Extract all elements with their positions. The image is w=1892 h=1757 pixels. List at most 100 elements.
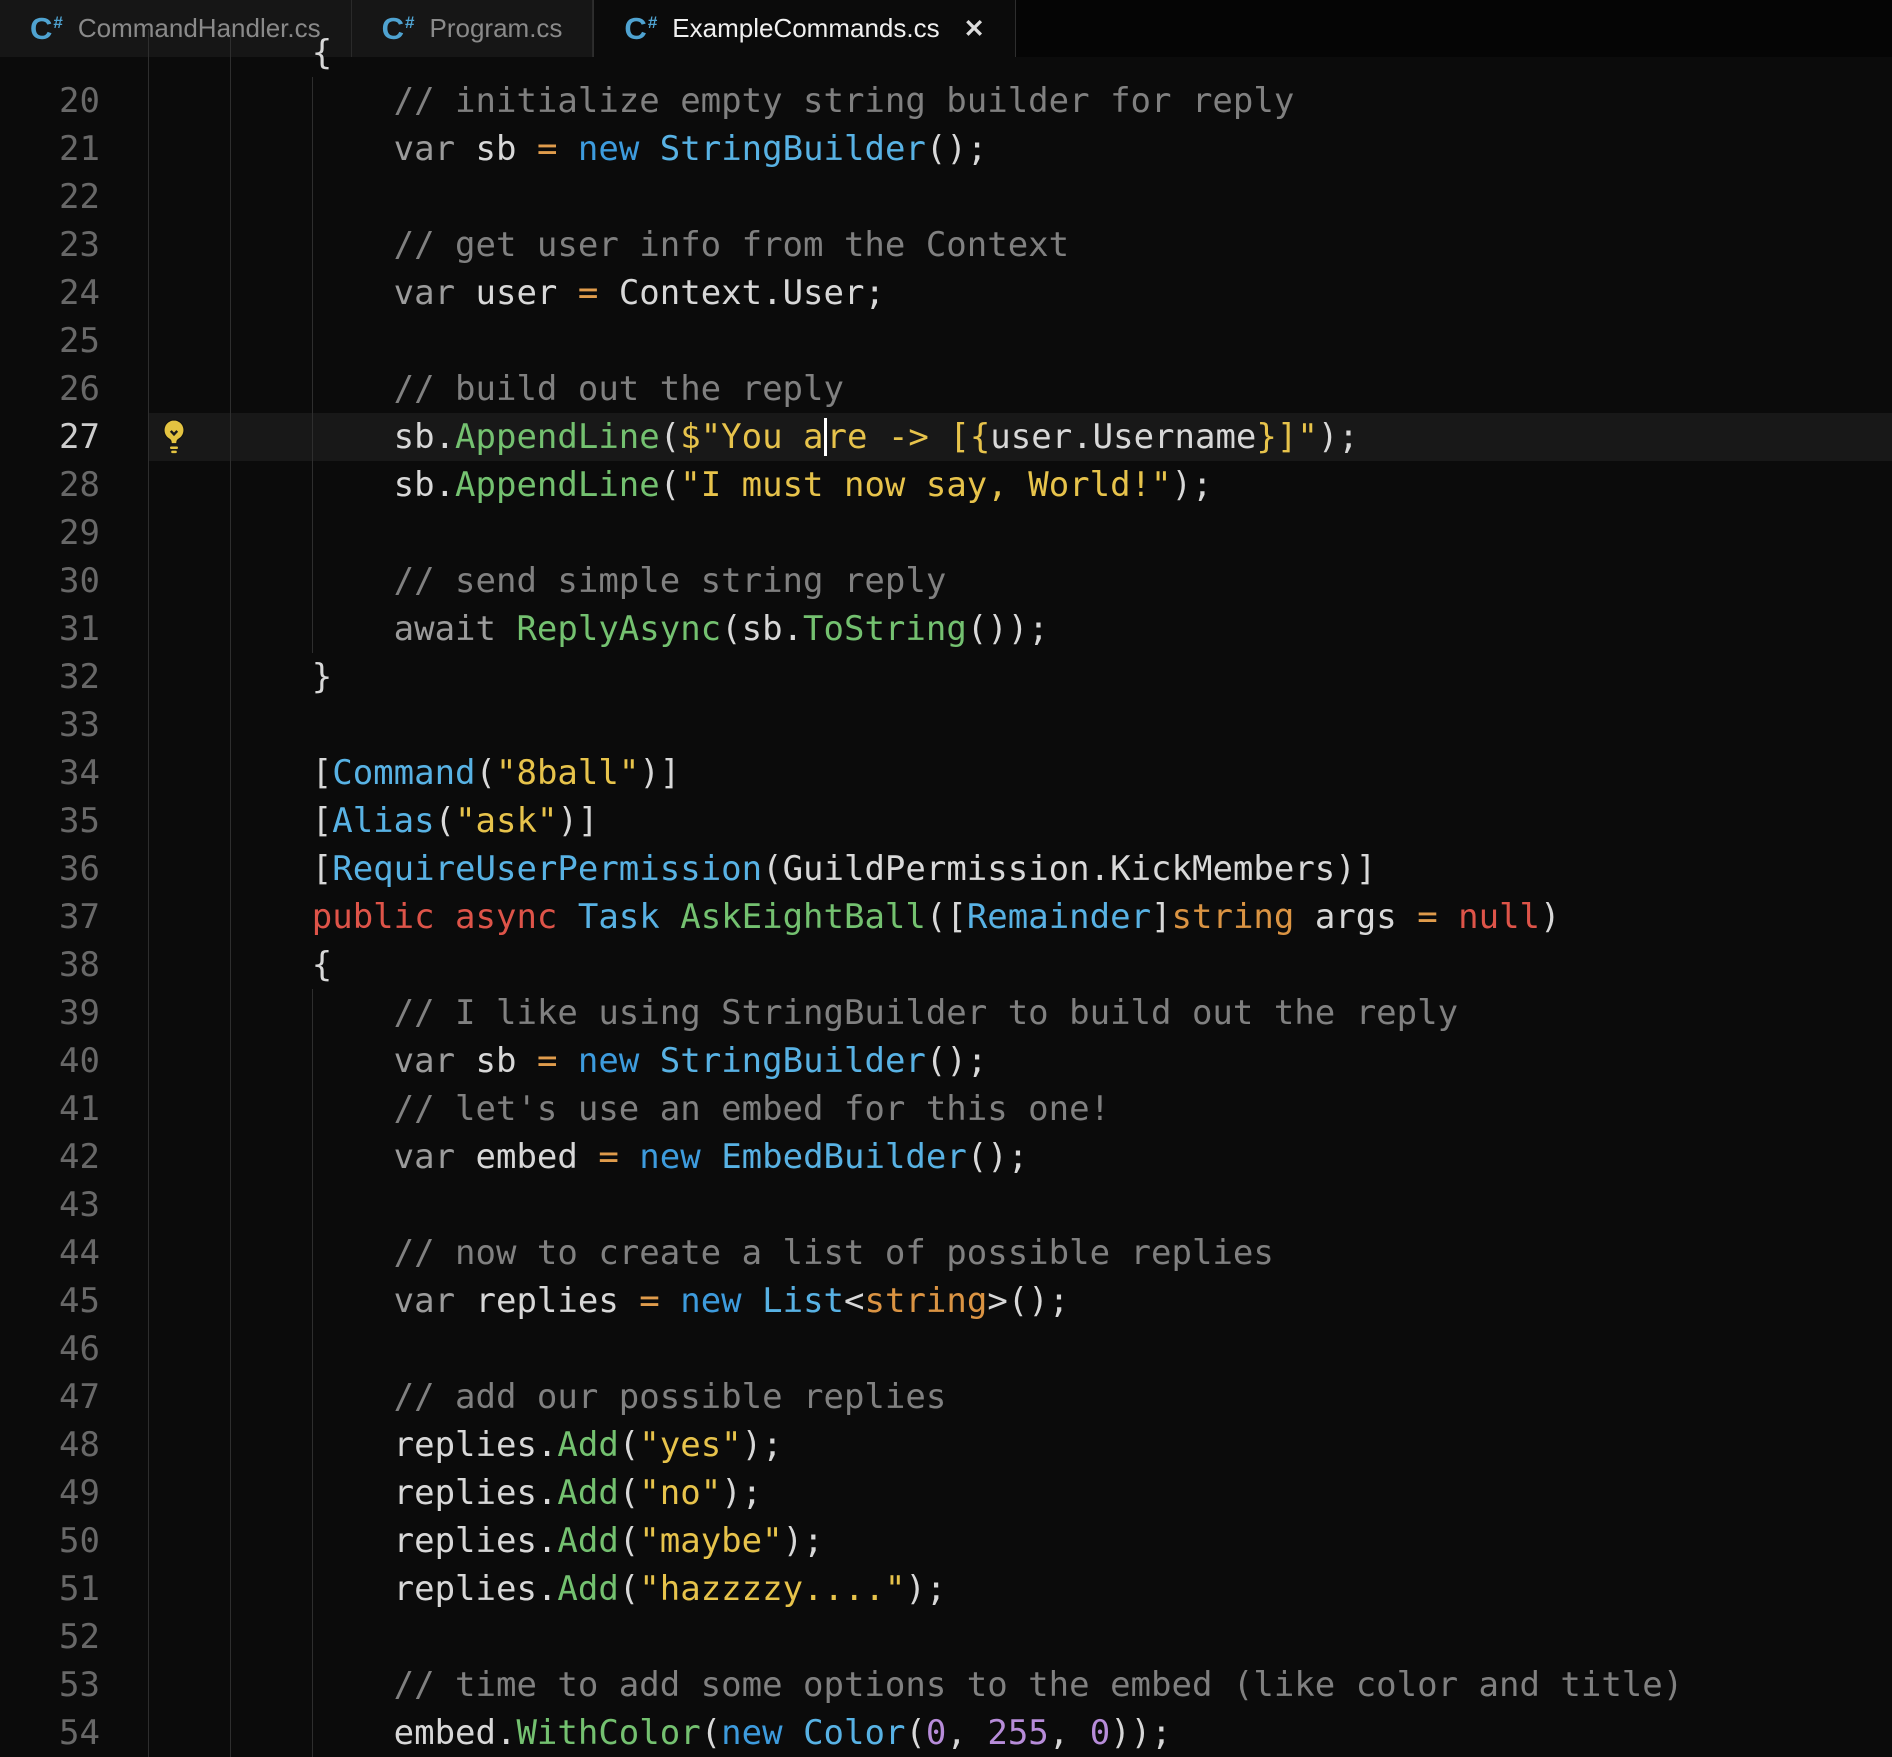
line-content[interactable] bbox=[148, 509, 1892, 557]
line-content[interactable]: // add our possible replies bbox=[148, 1373, 1892, 1421]
code-line[interactable]: 29 bbox=[0, 509, 1892, 557]
code-line[interactable]: 47 // add our possible replies bbox=[0, 1373, 1892, 1421]
line-number[interactable]: 37 bbox=[59, 897, 100, 937]
line-content[interactable]: [RequireUserPermission(GuildPermission.K… bbox=[148, 845, 1892, 893]
line-content[interactable]: // I like using StringBuilder to build o… bbox=[148, 989, 1892, 1037]
code-line[interactable]: 35 [Alias("ask")] bbox=[0, 797, 1892, 845]
line-content[interactable] bbox=[148, 701, 1892, 749]
line-content[interactable]: // initialize empty string builder for r… bbox=[148, 77, 1892, 125]
line-number[interactable]: 28 bbox=[59, 465, 100, 505]
line-content[interactable]: var embed = new EmbedBuilder(); bbox=[148, 1133, 1892, 1181]
line-content[interactable]: replies.Add("yes"); bbox=[148, 1421, 1892, 1469]
code-line[interactable]: 42 var embed = new EmbedBuilder(); bbox=[0, 1133, 1892, 1181]
code-line[interactable]: 51 replies.Add("hazzzzy...."); bbox=[0, 1565, 1892, 1613]
code-editor[interactable]: {20 // initialize empty string builder fo… bbox=[0, 29, 1892, 1757]
code-line[interactable]: 40 var sb = new StringBuilder(); bbox=[0, 1037, 1892, 1085]
line-number[interactable]: 35 bbox=[59, 801, 100, 841]
code-line[interactable]: 34 [Command("8ball")] bbox=[0, 749, 1892, 797]
code-line[interactable]: 32} bbox=[0, 653, 1892, 701]
code-line[interactable]: 38 { bbox=[0, 941, 1892, 989]
line-content[interactable]: await ReplyAsync(sb.ToString()); bbox=[148, 605, 1892, 653]
code-line[interactable]: 26 // build out the reply bbox=[0, 365, 1892, 413]
code-line[interactable]: 54 embed.WithColor(new Color(0, 255, 0)); bbox=[0, 1709, 1892, 1757]
line-content[interactable]: // let's use an embed for this one! bbox=[148, 1085, 1892, 1133]
line-number[interactable]: 24 bbox=[59, 273, 100, 313]
code-line[interactable]: 22 bbox=[0, 173, 1892, 221]
line-content[interactable]: // send simple string reply bbox=[148, 557, 1892, 605]
line-number[interactable]: 48 bbox=[59, 1425, 100, 1465]
line-content[interactable]: // get user info from the Context bbox=[148, 221, 1892, 269]
line-number[interactable]: 36 bbox=[59, 849, 100, 889]
line-content[interactable]: replies.Add("maybe"); bbox=[148, 1517, 1892, 1565]
line-content[interactable]: replies.Add("no"); bbox=[148, 1469, 1892, 1517]
code-line[interactable]: 24 var user = Context.User; bbox=[0, 269, 1892, 317]
code-line[interactable]: 48 replies.Add("yes"); bbox=[0, 1421, 1892, 1469]
line-number[interactable]: 22 bbox=[59, 177, 100, 217]
line-number[interactable]: 27 bbox=[59, 417, 100, 457]
line-number[interactable]: 26 bbox=[59, 369, 100, 409]
line-content[interactable]: public async Task AskEightBall([Remainde… bbox=[148, 893, 1892, 941]
line-number[interactable]: 32 bbox=[59, 657, 100, 697]
line-number[interactable]: 46 bbox=[59, 1329, 100, 1369]
line-number[interactable]: 47 bbox=[59, 1377, 100, 1417]
code-line[interactable]: 52 bbox=[0, 1613, 1892, 1661]
line-content[interactable]: var replies = new List<string>(); bbox=[148, 1277, 1892, 1325]
line-content[interactable]: // build out the reply bbox=[148, 365, 1892, 413]
code-line[interactable]: 31 await ReplyAsync(sb.ToString()); bbox=[0, 605, 1892, 653]
line-number[interactable]: 42 bbox=[59, 1137, 100, 1177]
line-number[interactable]: 31 bbox=[59, 609, 100, 649]
line-content[interactable] bbox=[148, 1613, 1892, 1661]
code-line[interactable]: 49replies.Add("no"); bbox=[0, 1469, 1892, 1517]
line-number[interactable]: 53 bbox=[59, 1665, 100, 1705]
code-line[interactable]: { bbox=[0, 29, 1892, 77]
code-line[interactable]: 53 // time to add some options to the emb… bbox=[0, 1661, 1892, 1709]
line-number[interactable]: 33 bbox=[59, 705, 100, 745]
line-number[interactable]: 51 bbox=[59, 1569, 100, 1609]
code-line[interactable]: 37 public async Task AskEightBall([Remain… bbox=[0, 893, 1892, 941]
line-number[interactable]: 34 bbox=[59, 753, 100, 793]
line-content[interactable]: var sb = new StringBuilder(); bbox=[148, 125, 1892, 173]
line-number[interactable]: 43 bbox=[59, 1185, 100, 1225]
code-line[interactable]: 39 // I like using StringBuilder to build… bbox=[0, 989, 1892, 1037]
line-number[interactable]: 44 bbox=[59, 1233, 100, 1273]
code-line[interactable]: 27 sb.AppendLine($"You are -> [{user.User… bbox=[0, 413, 1892, 461]
line-number[interactable]: 20 bbox=[59, 81, 100, 121]
code-line[interactable]: 45 var replies = new List<string>(); bbox=[0, 1277, 1892, 1325]
line-number[interactable]: 38 bbox=[59, 945, 100, 985]
line-number[interactable]: 39 bbox=[59, 993, 100, 1033]
line-number[interactable]: 25 bbox=[59, 321, 100, 361]
line-content[interactable]: [Alias("ask")] bbox=[148, 797, 1892, 845]
line-content[interactable]: var user = Context.User; bbox=[148, 269, 1892, 317]
line-number[interactable]: 50 bbox=[59, 1521, 100, 1561]
line-number[interactable]: 23 bbox=[59, 225, 100, 265]
code-line[interactable]: 50 replies.Add("maybe"); bbox=[0, 1517, 1892, 1565]
line-content[interactable]: } bbox=[148, 653, 1892, 701]
line-number[interactable]: 54 bbox=[59, 1713, 100, 1753]
code-line[interactable]: 21 var sb = new StringBuilder(); bbox=[0, 125, 1892, 173]
line-content[interactable]: [Command("8ball")] bbox=[148, 749, 1892, 797]
code-line[interactable]: 30 // send simple string reply bbox=[0, 557, 1892, 605]
code-line[interactable]: 25 bbox=[0, 317, 1892, 365]
line-content[interactable]: sb.AppendLine($"You are -> [{user.Userna… bbox=[148, 413, 1892, 461]
line-content[interactable]: var sb = new StringBuilder(); bbox=[148, 1037, 1892, 1085]
line-number[interactable]: 29 bbox=[59, 513, 100, 553]
code-line[interactable]: 33 bbox=[0, 701, 1892, 749]
line-content[interactable]: embed.WithColor(new Color(0, 255, 0)); bbox=[148, 1709, 1892, 1757]
line-number[interactable]: 45 bbox=[59, 1281, 100, 1321]
code-line[interactable]: 20 // initialize empty string builder for… bbox=[0, 77, 1892, 125]
line-content[interactable]: sb.AppendLine("I must now say, World!"); bbox=[148, 461, 1892, 509]
line-number[interactable]: 21 bbox=[59, 129, 100, 169]
line-content[interactable] bbox=[148, 1181, 1892, 1229]
code-line[interactable]: 46 bbox=[0, 1325, 1892, 1373]
code-line[interactable]: 23 // get user info from the Context bbox=[0, 221, 1892, 269]
line-content[interactable]: replies.Add("hazzzzy...."); bbox=[148, 1565, 1892, 1613]
code-line[interactable]: 28 sb.AppendLine("I must now say, World!"… bbox=[0, 461, 1892, 509]
line-number[interactable]: 30 bbox=[59, 561, 100, 601]
line-content[interactable]: { bbox=[148, 941, 1892, 989]
line-number[interactable]: 40 bbox=[59, 1041, 100, 1081]
code-line[interactable]: 44// now to create a list of possible re… bbox=[0, 1229, 1892, 1277]
code-line[interactable]: 36 [RequireUserPermission(GuildPermission… bbox=[0, 845, 1892, 893]
code-line[interactable]: 43 bbox=[0, 1181, 1892, 1229]
line-content[interactable]: // time to add some options to the embed… bbox=[148, 1661, 1892, 1709]
line-content[interactable] bbox=[148, 173, 1892, 221]
